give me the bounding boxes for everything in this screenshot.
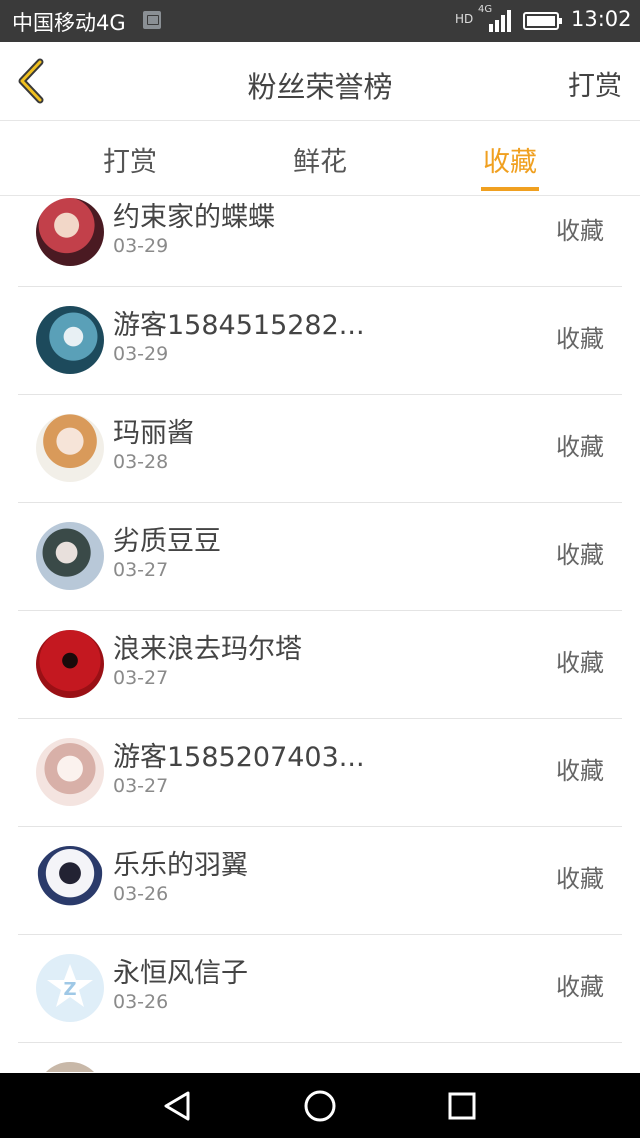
user-name: 游客1584515282... xyxy=(113,310,365,341)
title-bar: 粉丝荣誉榜 打赏 xyxy=(0,42,640,121)
signal-icon xyxy=(489,10,513,32)
status-bar: 中国移动4G HD 4G 13:02 xyxy=(0,0,640,42)
date-label: 03-29 xyxy=(113,343,169,365)
user-name: 游客1585207403... xyxy=(113,742,365,773)
list-item[interactable]: 乐乐的羽翼 03-26 收藏 xyxy=(18,826,622,935)
date-label: 03-28 xyxy=(113,451,169,473)
avatar[interactable] xyxy=(36,630,104,698)
user-name: 约束家的蝶蝶 xyxy=(113,202,275,233)
tab-reward[interactable]: 打赏 xyxy=(70,140,190,179)
action-label: 收藏 xyxy=(556,757,604,785)
date-label: 03-26 xyxy=(113,991,169,1013)
action-label: 收藏 xyxy=(556,649,604,677)
avatar[interactable] xyxy=(36,522,104,590)
fan-list[interactable]: 约束家的蝶蝶 03-29 收藏 游客1584515282... 03-29 收藏… xyxy=(0,196,640,1072)
date-label: 03-26 xyxy=(113,883,169,905)
battery-icon xyxy=(523,12,562,30)
user-name: 浪来浪去玛尔塔 xyxy=(113,634,302,665)
tab-flowers[interactable]: 鲜花 xyxy=(260,140,380,179)
action-label: 收藏 xyxy=(556,217,604,245)
date-label: 03-27 xyxy=(113,667,169,689)
action-label: 收藏 xyxy=(556,325,604,353)
user-name: 劣质豆豆 xyxy=(113,526,221,557)
avatar[interactable] xyxy=(36,738,104,806)
list-item[interactable]: 玛丽酱 03-28 收藏 xyxy=(18,394,622,503)
list-item[interactable]: 浪来浪去玛尔塔 03-27 收藏 xyxy=(18,610,622,719)
avatar[interactable]: Z xyxy=(36,954,104,1022)
list-item[interactable]: Z 永恒风信子 03-26 收藏 xyxy=(18,934,622,1043)
list-item-partial[interactable] xyxy=(18,1042,622,1072)
carrier-label: 中国移动4G xyxy=(12,11,126,35)
list-item[interactable]: 约束家的蝶蝶 03-29 收藏 xyxy=(18,196,622,287)
active-tab-indicator xyxy=(481,187,539,191)
avatar[interactable] xyxy=(36,414,104,482)
recents-square-icon[interactable] xyxy=(445,1089,479,1123)
hd-label: HD xyxy=(455,12,474,26)
clock: 13:02 xyxy=(571,7,632,31)
tab-favorites[interactable]: 收藏 xyxy=(450,140,570,179)
action-label: 收藏 xyxy=(556,433,604,461)
svg-text:Z: Z xyxy=(63,979,76,1000)
date-label: 03-27 xyxy=(113,775,169,797)
reward-button[interactable]: 打赏 xyxy=(568,64,622,103)
list-item[interactable]: 游客1584515282... 03-29 收藏 xyxy=(18,286,622,395)
home-circle-icon[interactable] xyxy=(303,1089,337,1123)
action-label: 收藏 xyxy=(556,973,604,1001)
avatar[interactable] xyxy=(36,846,104,914)
action-label: 收藏 xyxy=(556,865,604,893)
system-nav-bar xyxy=(0,1073,640,1138)
avatar[interactable] xyxy=(36,306,104,374)
date-label: 03-29 xyxy=(113,235,169,257)
action-label: 收藏 xyxy=(556,541,604,569)
tab-bar: 打赏 鲜花 收藏 xyxy=(0,121,640,196)
page-title: 粉丝荣誉榜 xyxy=(247,70,393,104)
image-notification-icon xyxy=(143,11,161,29)
date-label: 03-27 xyxy=(113,559,169,581)
list-item[interactable]: 游客1585207403... 03-27 收藏 xyxy=(18,718,622,827)
user-name: 永恒风信子 xyxy=(113,958,248,989)
user-name: 乐乐的羽翼 xyxy=(113,850,248,881)
list-item[interactable]: 劣质豆豆 03-27 收藏 xyxy=(18,502,622,611)
user-name: 玛丽酱 xyxy=(113,418,194,449)
back-triangle-icon[interactable] xyxy=(160,1089,194,1123)
default-avatar-star-icon: Z xyxy=(47,964,93,1007)
avatar[interactable] xyxy=(36,198,104,266)
avatar[interactable] xyxy=(36,1062,104,1072)
